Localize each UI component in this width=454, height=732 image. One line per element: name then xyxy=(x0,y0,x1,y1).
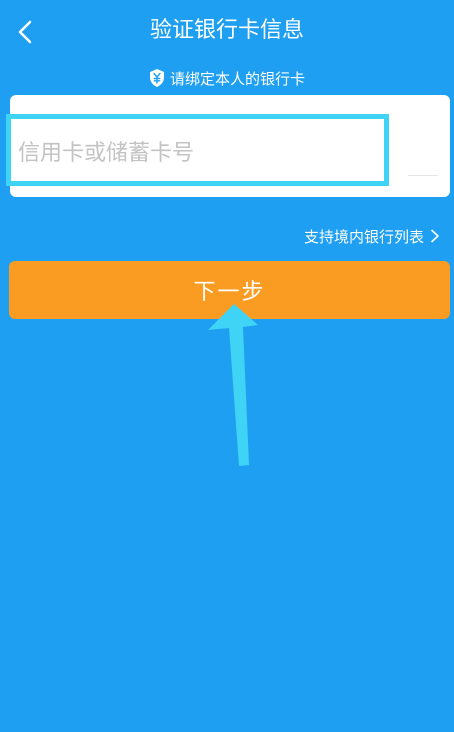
supported-banks-label: 支持境内银行列表 xyxy=(303,227,424,246)
card-number-input[interactable] xyxy=(18,125,380,181)
page-title: 验证银行卡信息 xyxy=(149,18,304,43)
shield-yen-icon xyxy=(149,69,164,87)
chevron-right-icon xyxy=(431,229,439,243)
notice-text: 请绑定本人的银行卡 xyxy=(169,69,305,88)
notice-bar: 请绑定本人的银行卡 xyxy=(0,66,454,90)
navigation-bar: 验证银行卡信息 xyxy=(0,0,454,62)
pointer-arrow xyxy=(208,304,258,466)
supported-banks-link[interactable]: 支持境内银行列表 xyxy=(304,224,440,248)
divider xyxy=(408,175,438,176)
